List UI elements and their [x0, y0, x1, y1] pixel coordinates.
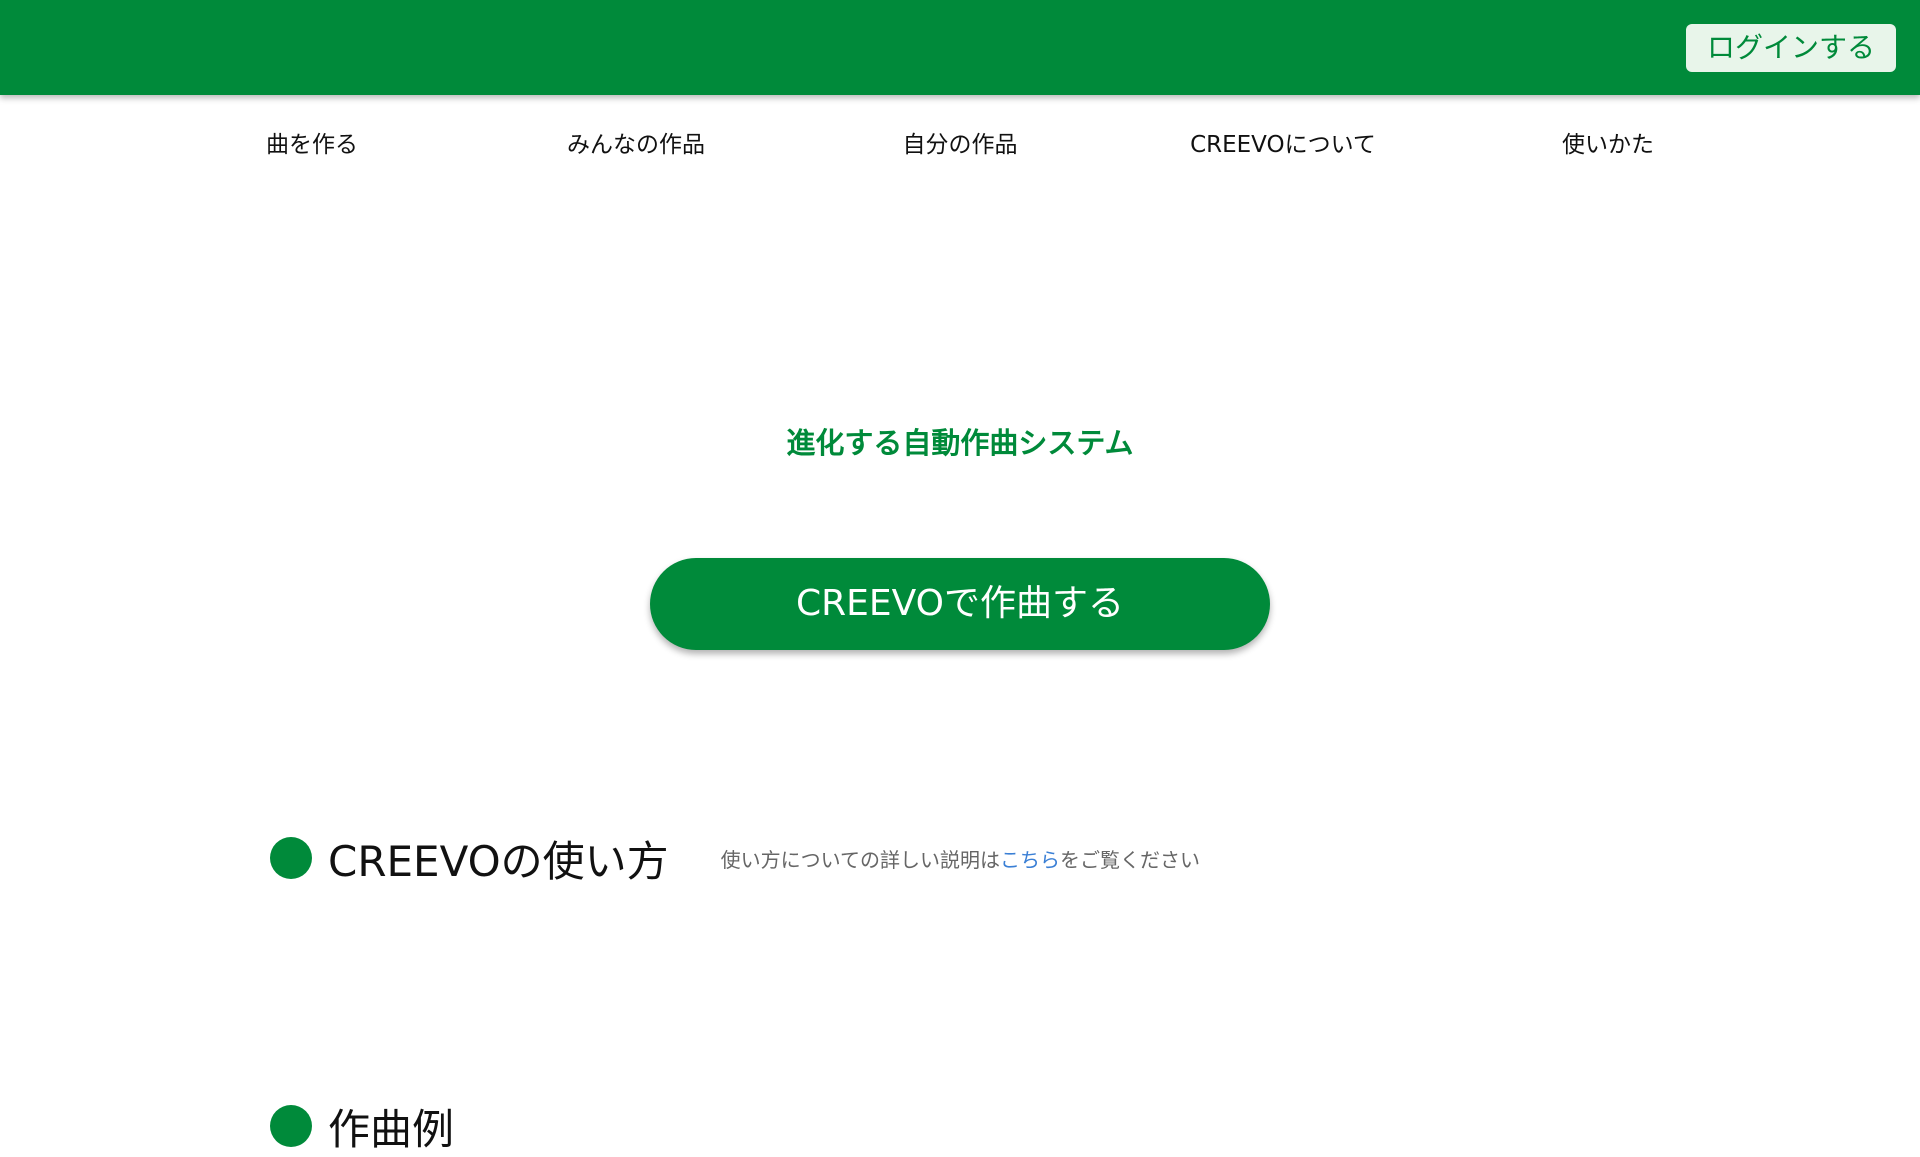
howto-note-prefix: 使い方についての詳しい説明は [720, 847, 1001, 872]
section-title-examples: 作曲例 [328, 1104, 455, 1154]
top-header-bar: ログインする [0, 0, 1920, 95]
main-nav: 曲を作る みんなの作品 自分の作品 CREEVOについて 使いかた [0, 95, 1920, 195]
section-bullet-icon [270, 1105, 312, 1147]
section-examples-header: 作曲例 [270, 1096, 454, 1156]
hero-tagline: 進化する自動作曲システム [786, 426, 1134, 460]
section-bullet-icon [270, 837, 312, 879]
compose-cta-button[interactable]: CREEVOで作曲する [650, 558, 1270, 650]
section-howto-header: CREEVOの使い方 使い方についての詳しい説明はこちらをご覧ください [270, 828, 1200, 888]
nav-item-compose[interactable]: 曲を作る [266, 125, 358, 159]
nav-item-about[interactable]: CREEVOについて [1190, 125, 1376, 159]
nav-item-my-works[interactable]: 自分の作品 [903, 125, 1018, 159]
howto-note-suffix: をご覧ください [1060, 847, 1201, 872]
section-title-howto: CREEVOの使い方 [328, 836, 669, 886]
howto-note: 使い方についての詳しい説明はこちらをご覧ください [721, 844, 1200, 873]
login-button[interactable]: ログインする [1686, 24, 1896, 72]
howto-details-link[interactable]: こちら [1000, 848, 1060, 872]
nav-item-how-to-use[interactable]: 使いかた [1562, 125, 1654, 159]
nav-item-everyones-works[interactable]: みんなの作品 [567, 125, 705, 159]
